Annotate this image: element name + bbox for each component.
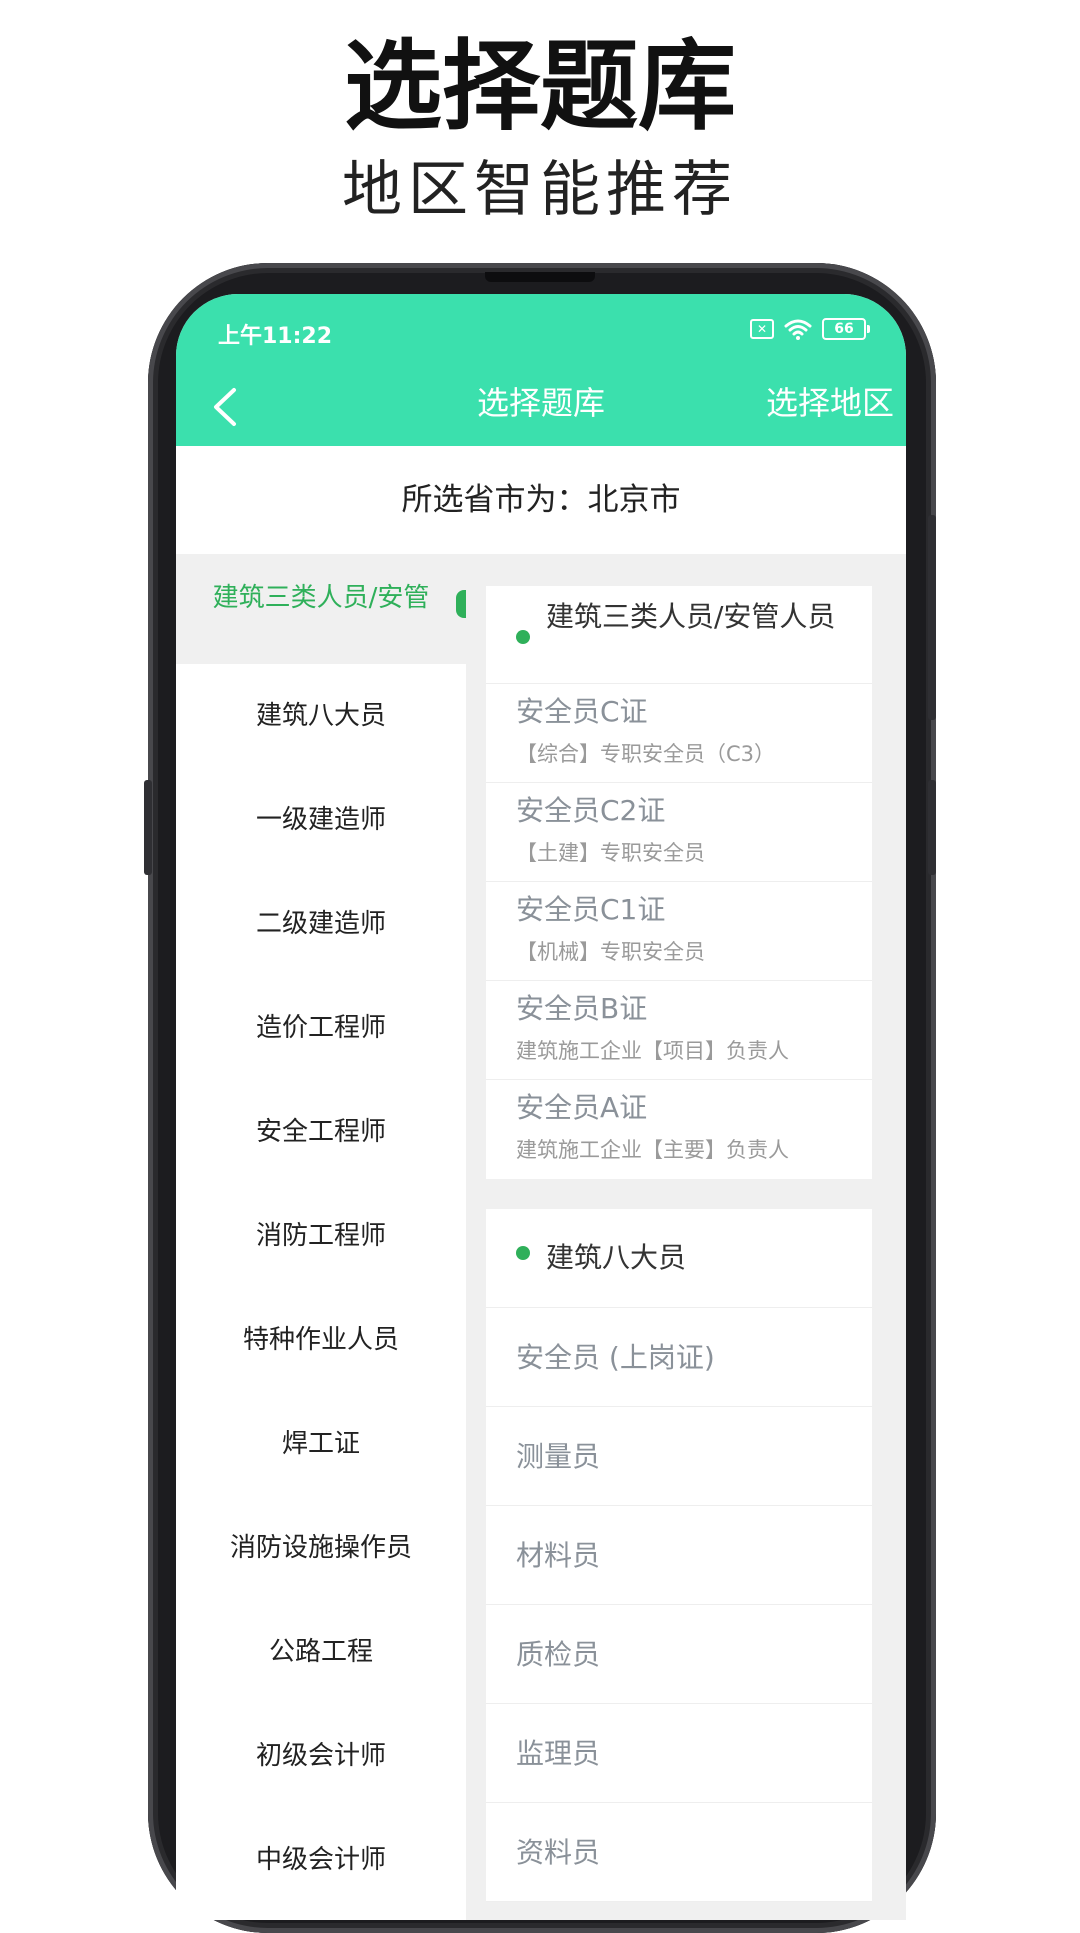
sidebar-item-label: 焊工证 (281, 1429, 360, 1459)
sidebar-item[interactable]: 一级建造师 (176, 768, 466, 872)
exam-name: 安全员C1证 (516, 893, 666, 926)
exam-item[interactable]: 材料员 (486, 1506, 872, 1605)
app-screen: 上午11:22 ✕ 66 选择题库 选择地区 所选省市为：北京市 建筑三类人员/… (176, 294, 906, 1920)
sidebar-item-label: 消防工程师 (255, 1221, 386, 1251)
exam-name: 质检员 (516, 1638, 601, 1671)
exam-item[interactable]: 安全员C证 【综合】专职安全员（C3） (486, 684, 872, 783)
exam-name: 安全员C证 (516, 695, 648, 728)
wifi-icon (784, 319, 812, 340)
app-header: 上午11:22 ✕ 66 选择题库 选择地区 (176, 294, 906, 446)
phone-notch (485, 272, 595, 282)
sidebar-item-label: 中级会计师 (255, 1845, 386, 1875)
active-indicator (456, 590, 466, 618)
group-title: 建筑八大员 (546, 1241, 687, 1274)
sidebar-item-label: 消防设施操作员 (229, 1533, 412, 1563)
exam-item[interactable]: 测量员 (486, 1407, 872, 1506)
exam-desc: 建筑施工企业【主要】负责人 (516, 1138, 789, 1162)
sidebar-item-label: 建筑八大员 (255, 701, 386, 731)
sidebar-item[interactable]: 初级会计师 (176, 1704, 466, 1808)
exam-group: 建筑三类人员/安管人员 安全员C证 【综合】专职安全员（C3） 安全员C2证 【… (486, 586, 872, 1179)
bullet-icon (516, 630, 530, 644)
sidebar-item-label: 二级建造师 (255, 909, 386, 939)
sidebar-item-label: 造价工程师 (255, 1013, 386, 1043)
exam-name: 安全员B证 (516, 992, 648, 1025)
exam-item[interactable]: 监理员 (486, 1704, 872, 1803)
group-title: 建筑三类人员/安管人员 (546, 600, 836, 633)
sidebar-item[interactable]: 特种作业人员 (176, 1288, 466, 1392)
exam-name: 测量员 (516, 1440, 601, 1473)
exam-desc: 【土建】专职安全员 (516, 841, 705, 865)
sidebar-item-active[interactable]: 建筑三类人员/安管 (176, 560, 466, 664)
sidebar-item[interactable]: 焊工证 (176, 1392, 466, 1496)
promo-subtitle: 地区智能推荐 (342, 155, 738, 225)
exam-name: 安全员A证 (516, 1091, 648, 1124)
sidebar-item-label: 特种作业人员 (242, 1325, 399, 1355)
status-time: 上午11:22 (218, 324, 333, 349)
exam-desc: 【机械】专职安全员 (516, 940, 705, 964)
exam-item[interactable]: 安全员B证 建筑施工企业【项目】负责人 (486, 981, 872, 1080)
phone-side-button (144, 780, 152, 875)
sidebar-item[interactable]: 消防工程师 (176, 1184, 466, 1288)
exam-item[interactable]: 质检员 (486, 1605, 872, 1704)
exam-item[interactable]: 资料员 (486, 1803, 872, 1902)
group-header: 建筑三类人员/安管人员 (486, 586, 872, 684)
sidebar-item-label: 公路工程 (268, 1637, 373, 1667)
sidebar-item[interactable]: 安全工程师 (176, 1080, 466, 1184)
sidebar-item[interactable]: 建筑八大员 (176, 664, 466, 768)
category-sidebar: 建筑三类人员/安管 建筑八大员 一级建造师 二级建造师 造价工程师 安全工程师 … (176, 560, 466, 1920)
sidebar-item-label: 建筑三类人员/安管 (212, 583, 430, 613)
sim-icon: ✕ (750, 319, 774, 339)
exam-item[interactable]: 安全员 (上岗证) (486, 1308, 872, 1407)
sidebar-item[interactable]: 二级建造师 (176, 872, 466, 976)
sidebar-item-label: 初级会计师 (255, 1741, 386, 1771)
exam-name: 监理员 (516, 1737, 601, 1770)
sidebar-item[interactable]: 造价工程师 (176, 976, 466, 1080)
exam-item[interactable]: 安全员A证 建筑施工企业【主要】负责人 (486, 1080, 872, 1179)
exam-name: 材料员 (516, 1539, 601, 1572)
select-region-button[interactable]: 选择地区 (766, 378, 894, 428)
status-icons: ✕ 66 (750, 318, 870, 340)
promo-title: 选择题库 (343, 29, 736, 144)
phone-side-button (928, 780, 936, 875)
exam-name: 安全员C2证 (516, 794, 666, 827)
exam-group: 建筑八大员 安全员 (上岗证) 测量员 材料员 质检员 监理员 资料员 (486, 1209, 872, 1902)
exam-name: 安全员 (上岗证) (516, 1341, 715, 1374)
phone-side-button (928, 515, 936, 720)
sidebar-item-label: 一级建造师 (255, 805, 386, 835)
battery-icon: 66 (822, 318, 870, 340)
sidebar-item-label: 安全工程师 (255, 1117, 386, 1147)
exam-desc: 【综合】专职安全员（C3） (516, 742, 776, 766)
sidebar-item[interactable]: 中级会计师 (176, 1808, 466, 1912)
exam-desc: 建筑施工企业【项目】负责人 (516, 1039, 789, 1063)
exam-name: 资料员 (516, 1836, 601, 1869)
sidebar-item[interactable]: 公路工程 (176, 1600, 466, 1704)
sidebar-item[interactable]: 消防设施操作员 (176, 1496, 466, 1600)
selected-region-label: 所选省市为：北京市 (176, 446, 906, 554)
exam-list: 建筑三类人员/安管人员 安全员C证 【综合】专职安全员（C3） 安全员C2证 【… (486, 586, 872, 1920)
group-header: 建筑八大员 (486, 1209, 872, 1308)
exam-item[interactable]: 安全员C1证 【机械】专职安全员 (486, 882, 872, 981)
bullet-icon (516, 1246, 530, 1260)
exam-item[interactable]: 安全员C2证 【土建】专职安全员 (486, 783, 872, 882)
battery-level: 66 (822, 318, 866, 340)
